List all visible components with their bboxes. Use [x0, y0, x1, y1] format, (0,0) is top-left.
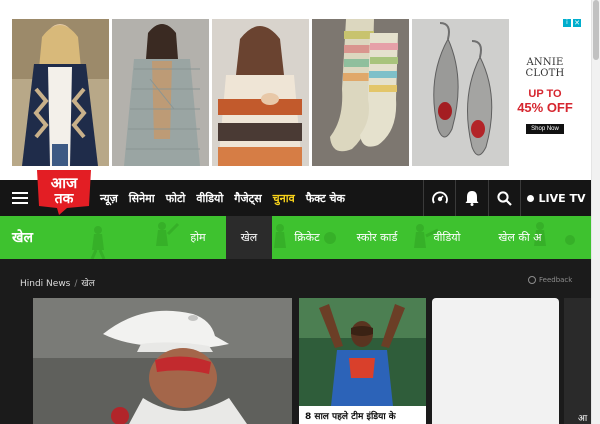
nav-item-news[interactable]: न्यूज़ — [100, 191, 118, 206]
feedback-icon — [528, 276, 536, 284]
story-card-partial[interactable]: आ — [564, 298, 591, 424]
tab-more-sports[interactable]: खेल की अ — [490, 216, 550, 259]
breadcrumb: Hindi News / खेल — [20, 276, 95, 289]
section-title: खेल — [12, 230, 33, 246]
nav-item-video[interactable]: वीडियो — [196, 191, 223, 206]
story-card[interactable]: 8 साल पहले टीम इंडिया के — [299, 298, 426, 424]
breadcrumb-separator: / — [74, 279, 78, 289]
live-tv-label: LIVE TV — [538, 191, 586, 205]
scrollbar-thumb[interactable] — [593, 0, 599, 60]
ad-product-image-coat[interactable] — [112, 19, 209, 166]
ad-info-icon[interactable]: i — [563, 19, 571, 27]
feedback-label: Feedback — [539, 276, 573, 284]
ad-upto-text: UP TO — [528, 88, 562, 100]
aajtak-logo[interactable]: आज तक — [33, 168, 95, 216]
breadcrumb-home-link[interactable]: Hindi News — [20, 279, 70, 289]
bell-icon — [465, 191, 478, 206]
podcast-icon — [431, 191, 448, 204]
hamburger-menu-icon[interactable] — [12, 192, 28, 204]
page-scrollbar[interactable] — [591, 0, 600, 424]
nav-item-gadgets[interactable]: गैजेट्स — [234, 191, 261, 206]
ad-offer-panel[interactable]: ANNIE CLOTH UP TO 45% OFF Shop Now — [510, 19, 580, 166]
breadcrumb-current: खेल — [81, 279, 95, 289]
tab-sports[interactable]: खेल — [226, 216, 272, 259]
nav-item-elections[interactable]: चुनाव — [273, 191, 295, 206]
tab-home[interactable]: होम — [178, 216, 218, 259]
live-tv-button[interactable]: LIVE TV — [520, 180, 591, 216]
logo-bottom-text: तक — [54, 191, 75, 207]
story-card-placeholder[interactable] — [432, 298, 559, 424]
tab-cricket[interactable]: क्रिकेट — [284, 216, 330, 259]
story-title: 8 साल पहले टीम इंडिया के — [305, 412, 396, 422]
nav-item-cinema[interactable]: सिनेमा — [129, 191, 155, 206]
search-icon — [497, 190, 512, 206]
ad-product-image-sweater[interactable] — [212, 19, 309, 166]
story-image-cricketer-celebrating — [299, 298, 426, 406]
ad-brand-name: ANNIE CLOTH — [525, 57, 565, 79]
ad-product-image-earrings[interactable] — [412, 19, 509, 166]
section-bar: खेल होम खेल क्रिकेट स्कोर कार्ड वीडियो ख… — [0, 216, 591, 259]
ad-close-icon[interactable]: ✕ — [573, 19, 581, 27]
live-dot-icon — [526, 194, 534, 202]
top-story-image — [33, 298, 292, 424]
top-story-card[interactable] — [33, 298, 292, 424]
logo-top-text: आज — [51, 174, 78, 192]
tab-scorecard[interactable]: स्कोर कार्ड — [346, 216, 408, 259]
page: ANNIE CLOTH UP TO 45% OFF Shop Now i ✕ आ… — [0, 0, 600, 424]
primary-nav: न्यूज़ सिनेमा फोटो वीडियो गैजेट्स चुनाव … — [100, 180, 356, 216]
search-button[interactable] — [488, 180, 520, 216]
ad-banner[interactable]: ANNIE CLOTH UP TO 45% OFF Shop Now i ✕ — [0, 0, 591, 180]
notifications-button[interactable] — [455, 180, 487, 216]
nav-item-fact-check[interactable]: फैक्ट चेक — [306, 191, 345, 206]
ad-product-image-socks[interactable] — [312, 19, 409, 166]
ad-offer-text: 45% OFF — [517, 100, 573, 115]
story-card-partial-text: आ — [578, 414, 588, 424]
nav-item-photo[interactable]: फोटो — [166, 191, 186, 206]
feedback-link[interactable]: Feedback — [528, 276, 572, 284]
ad-shop-now-button[interactable]: Shop Now — [526, 124, 564, 134]
ad-product-image-cardigan[interactable] — [12, 19, 109, 166]
podcast-button[interactable] — [423, 180, 455, 216]
tab-video[interactable]: वीडियो — [422, 216, 472, 259]
